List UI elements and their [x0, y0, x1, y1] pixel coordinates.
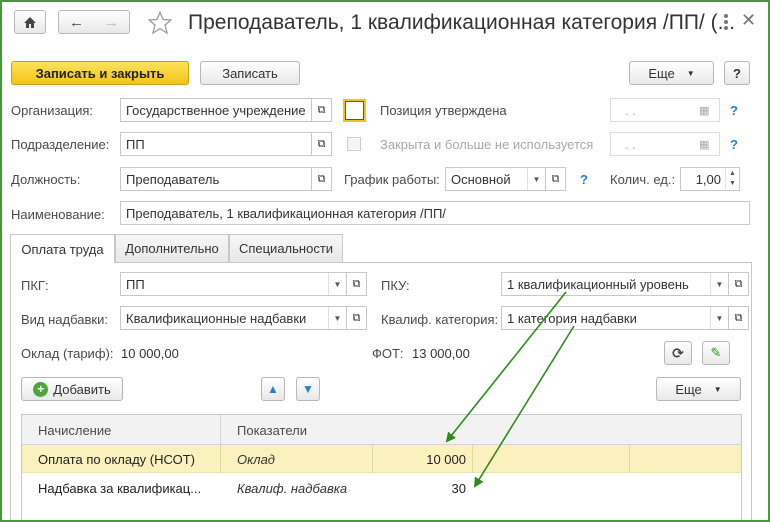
annotation-arrow — [473, 325, 575, 488]
annotation-arrows — [445, 291, 575, 488]
